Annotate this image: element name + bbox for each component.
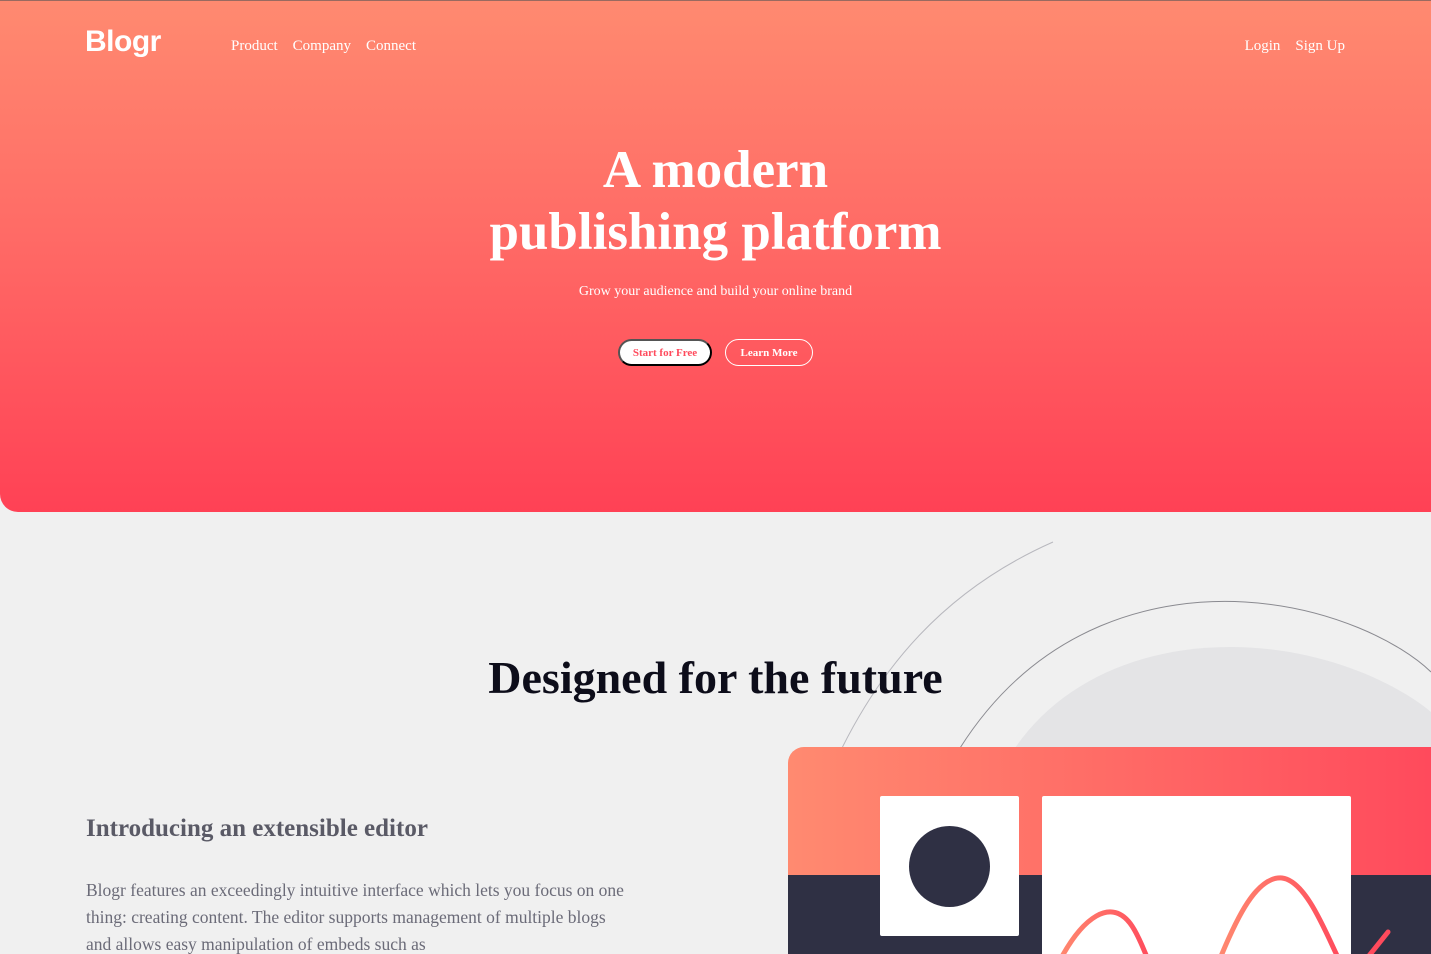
brand-logo[interactable]: Blogr: [85, 25, 161, 59]
deco-outer-arc: [841, 541, 1054, 749]
avatar-circle-icon: [909, 826, 990, 907]
hero-subtitle: Grow your audience and build your online…: [578, 284, 853, 299]
auth-nav: Login Sign Up: [1245, 38, 1345, 55]
section-title: Designed for the future: [488, 652, 943, 703]
nav-item-company[interactable]: Company: [293, 38, 351, 55]
editor-illustration: [788, 747, 1431, 954]
learn-more-button[interactable]: Learn More: [725, 339, 813, 366]
primary-nav: Product Company Connect: [231, 38, 416, 55]
start-for-free-button[interactable]: Start for Free: [618, 339, 712, 366]
editor-card-chart: [1042, 796, 1351, 954]
accent-stroke-icon: [1367, 929, 1391, 954]
nav-item-connect[interactable]: Connect: [366, 38, 416, 55]
login-link[interactable]: Login: [1245, 38, 1281, 55]
editor-card-avatar: [880, 796, 1019, 936]
hero-title-line-1: A modern: [602, 141, 829, 199]
wave-line-icon: [1060, 875, 1340, 954]
feature-body: Blogr features an exceedingly intuitive …: [86, 880, 624, 954]
hero-title: A modern publishing platform: [0, 139, 1431, 263]
nav-item-product[interactable]: Product: [231, 38, 278, 55]
hero-section: Blogr Product Company Connect Login Sign…: [0, 0, 1431, 512]
hero-cta-group: Start for Free Learn More: [0, 339, 1431, 366]
feature-heading: Introducing an extensible editor: [86, 815, 428, 842]
signup-link[interactable]: Sign Up: [1295, 38, 1345, 55]
hero-title-line-2: publishing platform: [489, 203, 942, 261]
